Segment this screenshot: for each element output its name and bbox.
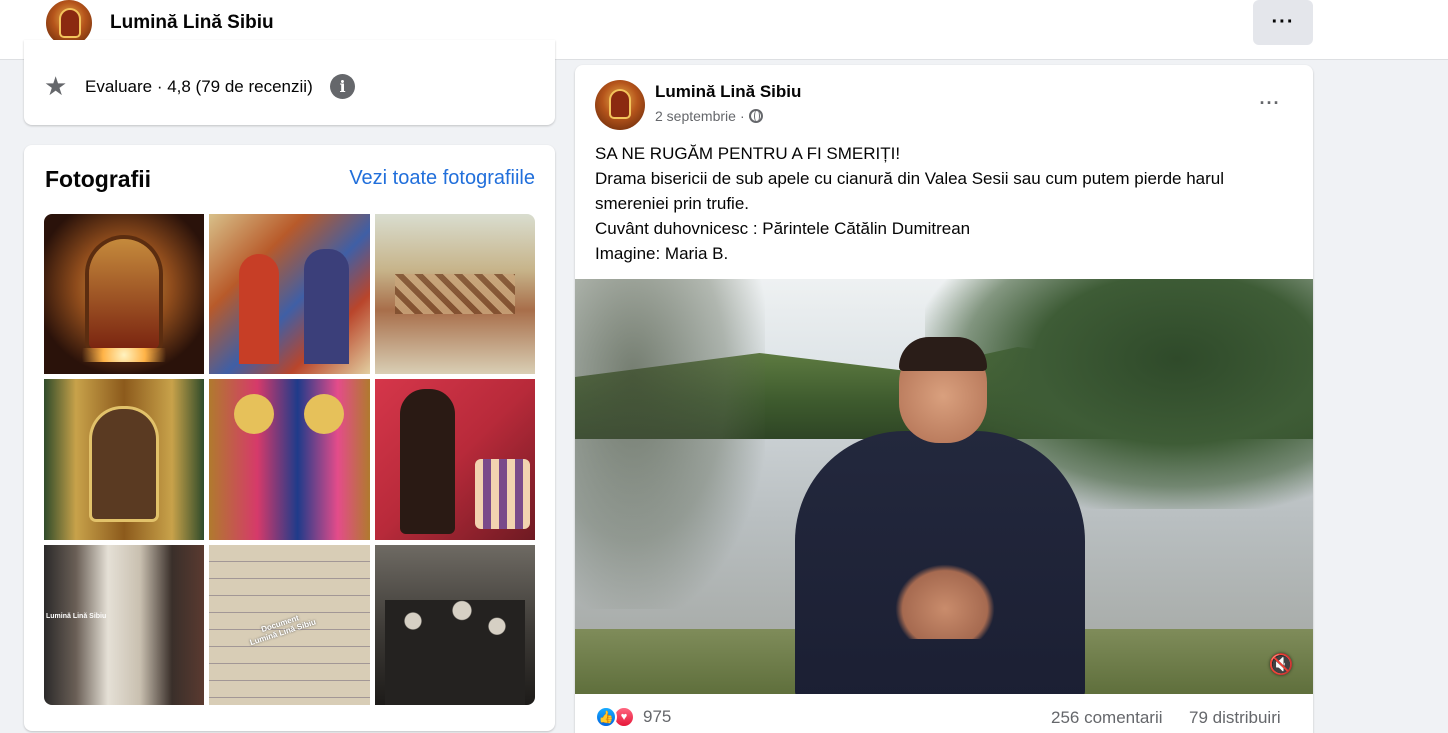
rating-text[interactable]: Evaluare · 4,8 (79 de recenzii): [85, 77, 313, 97]
info-icon[interactable]: i: [330, 74, 355, 99]
mute-icon[interactable]: 🔇: [1267, 653, 1295, 677]
photos-card: Fotografii Vezi toate fotografiile Lumin…: [24, 145, 555, 731]
post-meta: 2 septembrie ·: [655, 108, 763, 124]
speaker-body: [795, 431, 1085, 694]
photo-tile[interactable]: [375, 379, 535, 540]
photo-tile[interactable]: [375, 545, 535, 705]
photo-tile[interactable]: [44, 214, 204, 374]
photo-tile[interactable]: [44, 379, 204, 540]
rating-card: ★ Evaluare · 4,8 (79 de recenzii) i: [24, 40, 555, 125]
shares-count[interactable]: 79 distribuiri: [1189, 708, 1281, 728]
photo-tile[interactable]: [209, 379, 370, 540]
page-more-button[interactable]: ···: [1253, 0, 1313, 45]
post-more-button[interactable]: ···: [1254, 89, 1286, 117]
post-text-line: Cuvânt duhovnicesc : Părintele Cătălin D…: [595, 219, 971, 238]
video-speaker: [795, 337, 1085, 694]
meta-separator: ·: [739, 108, 745, 124]
post-text: SA NE RUGĂM PENTRU A FI SMERIȚI! Drama b…: [595, 141, 1295, 266]
comments-count[interactable]: 256 comentarii: [1051, 708, 1163, 728]
star-icon: ★: [44, 71, 68, 101]
photo-tile[interactable]: Lumină Lină Sibiu: [44, 545, 204, 705]
post-text-line: Imagine: Maria B.: [595, 244, 729, 263]
photo-tile[interactable]: Document Lumină Lină Sibiu: [209, 545, 370, 705]
post-text-line: Drama bisericii de sub apele cu cianură …: [595, 169, 1229, 213]
speaker-hair: [899, 337, 987, 371]
speaker-hands: [895, 564, 995, 639]
globe-icon: [748, 109, 763, 123]
reactions-summary[interactable]: 👍 ♥ 975: [595, 706, 671, 728]
post-author-avatar[interactable]: [595, 80, 645, 130]
page-name[interactable]: Lumină Lină Sibiu: [110, 12, 274, 34]
like-icon: 👍: [595, 706, 617, 728]
photo-watermark: Lumină Lină Sibiu: [46, 613, 107, 620]
video-tree: [575, 279, 765, 609]
reaction-count[interactable]: 975: [643, 707, 671, 727]
post-card: Lumină Lină Sibiu 2 septembrie · ··· SA …: [575, 65, 1313, 733]
photos-grid: Lumină Lină Sibiu Document Lumină Lină S…: [44, 214, 535, 705]
post-author-name[interactable]: Lumină Lină Sibiu: [655, 82, 801, 102]
photo-tile[interactable]: [375, 214, 535, 374]
photos-title[interactable]: Fotografii: [45, 166, 151, 193]
post-text-line: SA NE RUGĂM PENTRU A FI SMERIȚI!: [595, 144, 901, 163]
photo-tile[interactable]: [209, 214, 370, 374]
see-all-photos-link[interactable]: Vezi toate fotografiile: [349, 167, 535, 190]
post-date[interactable]: 2 septembrie: [655, 108, 736, 124]
post-video[interactable]: 🔇: [575, 279, 1313, 694]
